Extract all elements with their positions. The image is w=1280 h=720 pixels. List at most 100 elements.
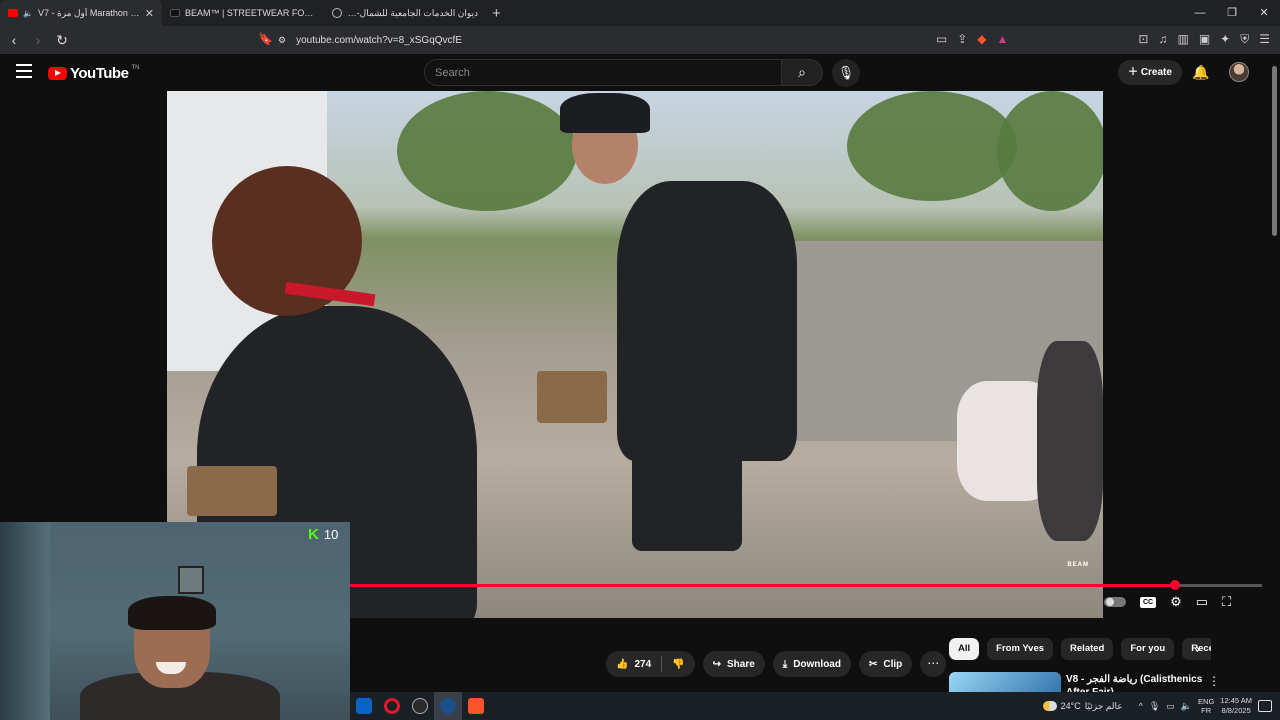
- theater-mode-icon[interactable]: ▭: [1196, 594, 1208, 610]
- kick-viewer-count: K 10: [308, 526, 338, 543]
- thumbs-down-icon[interactable]: 👎: [672, 659, 684, 670]
- bookmark-icon[interactable]: 🔖: [258, 32, 273, 46]
- clock[interactable]: 12:45 AM 8/8/2025: [1220, 696, 1252, 716]
- restore-button[interactable]: ❐: [1216, 0, 1248, 26]
- microphone-tray-icon[interactable]: 🎙: [1149, 701, 1160, 712]
- chevron-up-icon[interactable]: ^: [1139, 701, 1143, 711]
- progress-scrubber[interactable]: [1170, 580, 1181, 590]
- notification-center-icon[interactable]: [1258, 700, 1272, 712]
- fullscreen-icon[interactable]: ⛶: [1222, 594, 1231, 610]
- tab-title: ديوان الخدمات الجامعية للشمال- الخدم: [347, 7, 478, 18]
- autoplay-toggle[interactable]: [1104, 597, 1126, 607]
- scrollbar-thumb[interactable]: [1272, 66, 1277, 236]
- tab-beam[interactable]: BEAM™ | STREETWEAR FOR HUSTLE: [162, 0, 324, 26]
- speaker-icon: 🔈: [23, 8, 33, 18]
- weather-widget[interactable]: 24°C عالم جزئيًا: [1042, 701, 1123, 712]
- search-button[interactable]: ⌕: [781, 59, 823, 86]
- subtitles-icon[interactable]: CC: [1140, 596, 1157, 608]
- scissors-icon: ✂: [868, 658, 878, 670]
- vpn-icon[interactable]: ⛨: [1240, 32, 1249, 47]
- volume-icon[interactable]: 🔈: [1181, 701, 1192, 712]
- tab-university-services[interactable]: ديوان الخدمات الجامعية للشمال- الخدم: [324, 0, 486, 26]
- create-button[interactable]: ＋ Create: [1118, 60, 1182, 85]
- minimize-button[interactable]: —: [1184, 0, 1216, 26]
- site-info-icon[interactable]: ⚙: [278, 35, 286, 46]
- taskbar-app-brave[interactable]: [462, 692, 490, 720]
- search-input[interactable]: Search: [424, 59, 782, 86]
- account-avatar[interactable]: [1229, 62, 1249, 82]
- share-label: Share: [726, 658, 755, 670]
- chip-related[interactable]: Related: [1061, 638, 1114, 660]
- taskbar-app-opera[interactable]: [378, 692, 406, 720]
- share-icon: ↪: [712, 658, 721, 670]
- tree-shape: [397, 91, 577, 211]
- chip-for-you[interactable]: For you: [1121, 638, 1175, 660]
- download-button[interactable]: ⤓ Download: [772, 651, 851, 677]
- close-window-button[interactable]: ✕: [1248, 0, 1280, 26]
- guide-menu-icon[interactable]: [16, 64, 32, 78]
- tab-youtube-video[interactable]: 🔈 V7 - أول مرة Marathon جريتا ( ✕: [0, 0, 162, 26]
- sidebar-icon[interactable]: ▥: [1177, 32, 1188, 47]
- adult-crouching-shape: [1037, 341, 1103, 541]
- video-watermark: BEAM: [1067, 562, 1089, 568]
- reload-icon[interactable]: ↻: [52, 32, 72, 49]
- logo-text: YouTube: [70, 65, 129, 82]
- chip-all[interactable]: All: [949, 638, 980, 660]
- player-controls-right: CC ⚙ ▭ ⛶: [1104, 594, 1231, 610]
- runner-shorts-shape: [632, 441, 742, 551]
- close-tab-icon[interactable]: ✕: [145, 7, 154, 20]
- toolbar-spacer: [1018, 32, 1128, 47]
- download-icon: ⤓: [782, 658, 788, 670]
- chevron-right-icon[interactable]: ›: [1196, 642, 1200, 656]
- wallet-icon[interactable]: ▣: [1199, 32, 1210, 47]
- more-vert-icon[interactable]: ⋮: [1208, 674, 1220, 688]
- forward-icon[interactable]: ›: [28, 32, 48, 48]
- language-indicator[interactable]: ENG FR: [1198, 697, 1214, 715]
- taskbar-app-mail[interactable]: [350, 692, 378, 720]
- rewards-icon[interactable]: ▲: [997, 32, 1009, 47]
- music-icon[interactable]: ♫: [1158, 32, 1167, 47]
- clip-button[interactable]: ✂ Clip: [858, 651, 913, 677]
- page-scrollbar[interactable]: [1270, 54, 1280, 694]
- search-icon: ⌕: [798, 64, 806, 80]
- chip-from-channel[interactable]: From Yves: [987, 638, 1054, 660]
- network-icon[interactable]: ▭: [1166, 701, 1175, 712]
- more-actions-button[interactable]: ⋯: [920, 651, 947, 677]
- youtube-logo[interactable]: YouTube TN: [48, 65, 139, 82]
- brave-shields-icon[interactable]: ◆: [977, 32, 986, 47]
- wall-frame-shape: [178, 566, 204, 594]
- screenshot-icon[interactable]: ⊡: [1138, 32, 1148, 47]
- bag-shape: [187, 466, 277, 516]
- tab-title: BEAM™ | STREETWEAR FOR HUSTLE: [185, 8, 316, 18]
- date: 8/8/2025: [1221, 706, 1251, 715]
- notifications-bell-icon[interactable]: 🔔: [1192, 64, 1209, 81]
- window-controls: — ❐ ✕: [1184, 0, 1280, 26]
- system-tray: 24°C عالم جزئيًا ^ 🎙 ▭ 🔈 ENG FR 12:45 AM…: [1042, 692, 1280, 720]
- opera-icon: [384, 698, 400, 714]
- cast-icon[interactable]: ▭: [936, 32, 947, 47]
- youtube-favicon-icon: [8, 9, 18, 17]
- leo-ai-icon[interactable]: ✦: [1220, 32, 1230, 47]
- brave-icon: [468, 698, 484, 714]
- browser-tab-bar: 🔈 V7 - أول مرة Marathon جريتا ( ✕ BEAM™ …: [0, 0, 1280, 26]
- back-icon[interactable]: ‹: [4, 32, 24, 48]
- kick-logo-icon: K: [308, 526, 319, 543]
- like-dislike-button[interactable]: 👍 274 👎: [606, 651, 695, 677]
- taskbar-app-steam[interactable]: [434, 692, 462, 720]
- curtain-shape: [0, 522, 50, 720]
- lang-bottom: FR: [1201, 706, 1212, 715]
- url-bar[interactable]: ⚙ youtube.com/watch?v=8_xSGqQvcfE: [278, 29, 998, 51]
- share-button[interactable]: ↪ Share: [702, 651, 765, 677]
- related-filter-chips: All From Yves Related For you Rece: [949, 638, 1211, 660]
- taskbar-app-obs[interactable]: [406, 692, 434, 720]
- new-tab-button[interactable]: +: [492, 5, 501, 22]
- menu-icon[interactable]: ☰: [1259, 32, 1270, 47]
- runner-man-shape: [617, 181, 797, 461]
- share-page-icon[interactable]: ⇪: [957, 32, 967, 47]
- video-progress-bar[interactable]: [350, 580, 1262, 590]
- voice-search-button[interactable]: 🎙: [832, 59, 860, 87]
- thumbs-up-icon[interactable]: 👍: [616, 659, 628, 670]
- youtube-play-icon: [48, 67, 67, 80]
- settings-gear-icon[interactable]: ⚙: [1170, 594, 1182, 610]
- region-code: TN: [131, 64, 140, 71]
